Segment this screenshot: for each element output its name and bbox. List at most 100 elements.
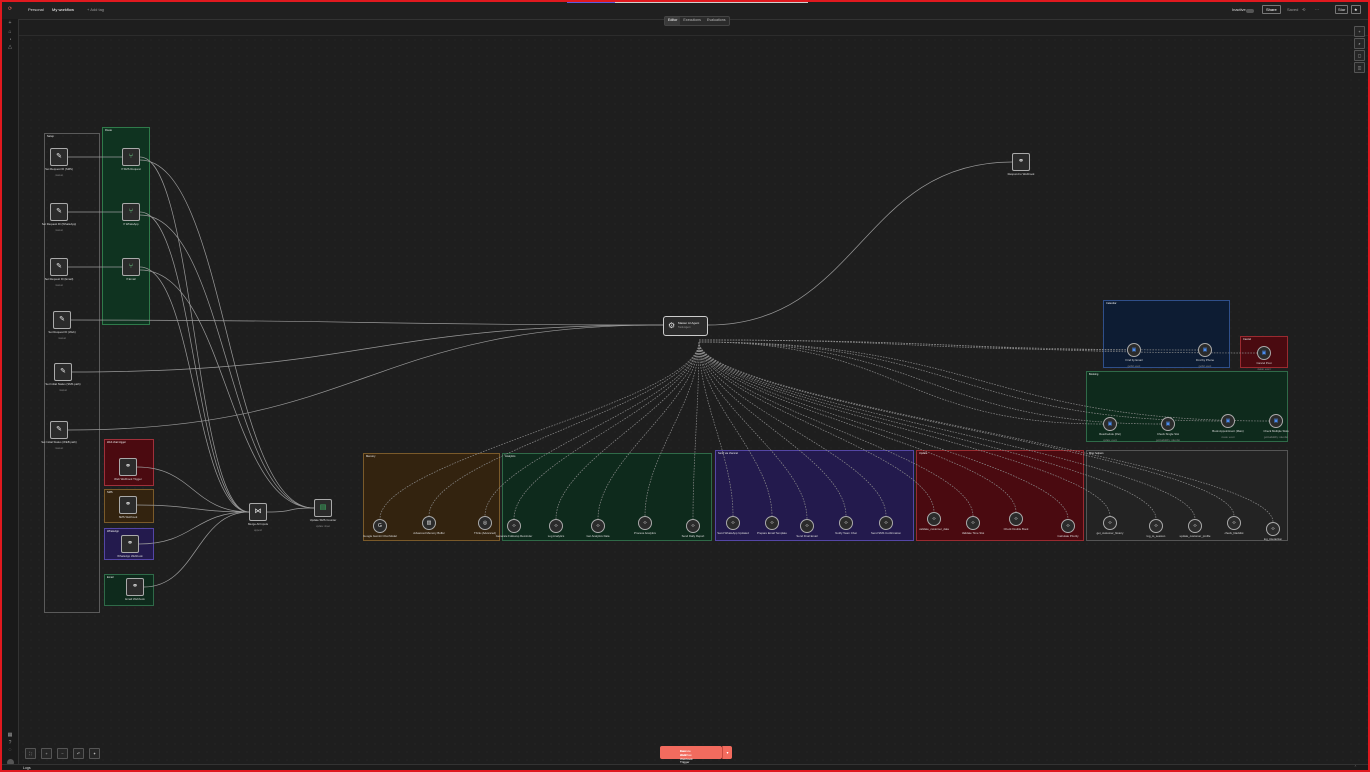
connection-wire (698, 341, 1162, 425)
tool-node[interactable]: ‹› (839, 516, 853, 530)
set-node[interactable]: ✎ (50, 421, 68, 439)
webhook-trigger-node[interactable]: ⚭ (126, 578, 144, 596)
calendar-tool-node[interactable]: ▣ (1198, 343, 1212, 357)
execute-workflow-button[interactable]: Execute workflow from Web Webhook Trigger (660, 746, 722, 764)
webhook-trigger-node[interactable]: ⚭ (121, 535, 139, 553)
tool-node[interactable]: ‹› (1061, 519, 1075, 533)
code-icon: ‹› (731, 520, 735, 526)
logs-panel[interactable]: Logs ⌃ (2, 764, 1368, 770)
think-icon: ◎ (482, 520, 488, 526)
calendar-tool-node[interactable]: ▣ (1257, 346, 1271, 360)
tool-node[interactable]: ‹› (507, 519, 521, 533)
tool-connection-wire (698, 341, 974, 517)
tool-connection-wire (698, 341, 1196, 520)
tool-node[interactable]: ‹› (1188, 519, 1202, 533)
connection-wire (698, 341, 1222, 422)
if-node[interactable]: ⑂ (122, 258, 140, 276)
tool-connection-wire (555, 341, 700, 520)
tool-connection-wire (698, 341, 1017, 513)
booking-tool-node[interactable]: ▣ (1269, 414, 1283, 428)
pencil-icon: ✎ (56, 208, 62, 215)
set-node-sublabel: manual (55, 175, 63, 177)
booking-tool-node-label: Check Multiple Slots (1263, 429, 1289, 433)
tool-connection-wire (698, 341, 1111, 517)
set-node[interactable]: ✎ (50, 203, 68, 221)
undo-icon[interactable]: ↶ (73, 748, 84, 759)
tool-node-label: Send Final Email (796, 534, 818, 538)
tidy-up-icon[interactable]: ✦ (89, 748, 100, 759)
set-node-sublabel: manual (55, 230, 63, 232)
calendar-tool-node-label: Find by Email (1125, 358, 1143, 362)
tool-node[interactable]: ▥ (422, 516, 436, 530)
google-calendar-icon: ▣ (1225, 418, 1231, 424)
branch-icon: ⑂ (128, 263, 134, 270)
google-calendar-icon: ▣ (1202, 347, 1208, 353)
respond-webhook-node[interactable]: ⚭ (1012, 153, 1030, 171)
tool-node[interactable]: ‹› (879, 516, 893, 530)
pencil-icon: ✎ (56, 263, 62, 270)
tool-node[interactable]: ‹› (800, 519, 814, 533)
webhook-trigger-node-label: Web Webhook Trigger (114, 477, 142, 481)
code-icon: ‹› (971, 520, 975, 526)
code-icon: ‹› (770, 520, 774, 526)
connection-wire (70, 319, 664, 326)
tool-node[interactable]: ‹› (927, 512, 941, 526)
merge-node[interactable]: ⋈ (249, 503, 267, 521)
booking-tool-node[interactable]: ▣ (1221, 414, 1235, 428)
tool-node[interactable]: ‹› (966, 516, 980, 530)
set-node-label: Set Request ID (Web) (48, 330, 76, 334)
if-node-label: If Email (126, 277, 136, 281)
code-icon: ‹› (1066, 523, 1070, 529)
zoom-in-icon[interactable]: + (41, 748, 52, 759)
pencil-icon: ✎ (56, 153, 62, 160)
code-icon: ‹› (643, 520, 647, 526)
calendar-tool-node[interactable]: ▣ (1127, 343, 1141, 357)
tool-node[interactable]: ‹› (765, 516, 779, 530)
webhook-trigger-node[interactable]: ⚭ (119, 496, 137, 514)
tool-connection-wire (644, 341, 700, 517)
tool-node[interactable]: ‹› (549, 519, 563, 533)
booking-tool-node-sublabel: getAvailability: calendar (1263, 437, 1289, 439)
connection-wire (139, 266, 250, 513)
tool-node[interactable]: ◎ (478, 516, 492, 530)
if-node[interactable]: ⑂ (122, 148, 140, 166)
tool-connection-wire (698, 341, 1069, 520)
set-node[interactable]: ✎ (50, 258, 68, 276)
tool-node[interactable]: G (373, 519, 387, 533)
connection-wire (139, 156, 250, 513)
tool-node[interactable]: ‹› (1227, 516, 1241, 530)
fit-view-icon[interactable]: ⛶ (25, 748, 36, 759)
tool-node[interactable]: ‹› (1009, 512, 1023, 526)
booking-tool-node[interactable]: ▣ (1161, 417, 1175, 431)
booking-tool-node[interactable]: ▣ (1103, 417, 1117, 431)
tool-node[interactable]: ‹› (1266, 522, 1280, 536)
set-node[interactable]: ✎ (53, 311, 71, 329)
app-window: ⟳ Personal My workflow + Add tag Inactiv… (0, 0, 1370, 772)
merge-icon: ⋈ (254, 508, 262, 515)
if-node[interactable]: ⑂ (122, 203, 140, 221)
logs-expand-icon[interactable]: ⌃ (1354, 765, 1357, 769)
set-node[interactable]: ✎ (54, 363, 72, 381)
tool-node[interactable]: ‹› (591, 519, 605, 533)
tool-node-label: Get Analytics Data (586, 534, 610, 538)
code-icon: ‹› (932, 516, 936, 522)
tool-node[interactable]: ‹› (638, 516, 652, 530)
zoom-out-icon[interactable]: − (57, 748, 68, 759)
code-icon: ‹› (691, 523, 695, 529)
connection-wire (71, 324, 664, 373)
set-node-label: Set Request ID (WhatsApp) (41, 222, 77, 226)
tool-node[interactable]: ‹› (726, 516, 740, 530)
tool-node[interactable]: ‹› (1103, 516, 1117, 530)
tool-node[interactable]: ‹› (1149, 519, 1163, 533)
webhook-trigger-node[interactable]: ⚭ (119, 458, 137, 476)
execute-dropdown-chevron-down-icon[interactable]: ▾ (722, 746, 732, 759)
update-sheet-node[interactable]: ▤ (314, 499, 332, 517)
connection-wire (138, 511, 250, 545)
set-node[interactable]: ✎ (50, 148, 68, 166)
tool-node[interactable]: ‹› (686, 519, 700, 533)
connection-wire (67, 324, 664, 431)
google-calendar-icon: ▣ (1107, 421, 1113, 427)
tool-connection-wire (698, 341, 1235, 517)
memory-icon: ▥ (426, 520, 432, 526)
master-ai-agent-node[interactable]: ⚙ Master AI Agent Tools Agent (663, 316, 708, 336)
